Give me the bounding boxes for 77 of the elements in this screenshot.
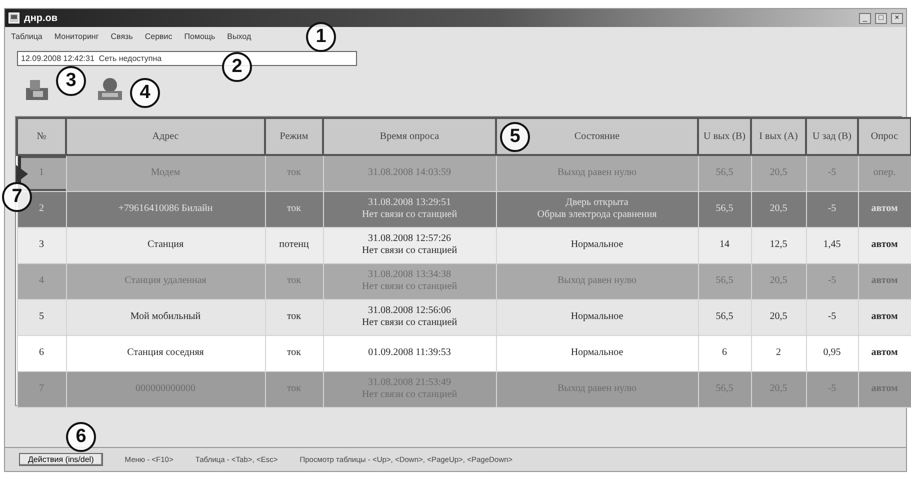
table-cell: ток [265,191,323,227]
table-cell: 20,5 [751,299,806,335]
table-cell: -5 [806,155,858,191]
table-cell: 20,5 [751,263,806,299]
table-cell: Станция соседняя [66,335,265,371]
table-cell: 2 [751,335,806,371]
table-row[interactable]: 6 Станция соседняя ток 01.09.2008 11:39:53 Нормальное 6 2 0,95 автом [17,335,911,371]
row-pointer-icon [16,165,28,183]
table-cell: Мой мобильный [66,299,265,335]
table-cell: Выход равен нулю [496,155,698,191]
menu-item[interactable]: Таблица [11,32,42,40]
actions-button[interactable]: Действия (ins/del) [19,453,103,466]
window-title: днр.ов [24,12,59,24]
column-header[interactable]: Адрес [66,118,265,155]
table-cell: автом [858,299,911,335]
table-cell: автом [858,335,911,371]
table-cell: 31.08.2008 13:29:51 Нет связи со станцией [323,191,496,227]
table-cell: автом [858,263,911,299]
table-cell: -5 [806,299,858,335]
table-cell: Модем [66,155,265,191]
table-cell: 56,5 [698,155,751,191]
table-cell: 56,5 [698,263,751,299]
table-row[interactable]: 5 Мой мобильный ток 31.08.2008 12:56:06 Нет связи со станцией Нормальное 56,5 20,5 -5 автом [17,299,911,335]
column-header[interactable]: I вых (А) [751,118,806,155]
table-cell: 56,5 [698,299,751,335]
table-cell: Выход равен нулю [496,263,698,299]
column-header[interactable]: Режим [265,118,323,155]
table-cell: 14 [698,227,751,263]
table-cell: Дверь открыта Обрыв электрода сравнения [496,191,698,227]
table-cell: 5 [17,299,66,335]
table-cell: ток [265,155,323,191]
column-header[interactable]: № [17,118,66,155]
window-control-button[interactable]: × [891,12,903,24]
menu-item[interactable]: Сервис [144,32,172,40]
menu-item[interactable]: Помощь [184,32,216,40]
table-cell: 6 [17,335,66,371]
app-icon [8,12,20,24]
table-cell: 12,5 [751,227,806,263]
column-header[interactable]: U зад (В) [806,118,858,155]
table-cell: ток [265,263,323,299]
table-cell: ток [265,335,323,371]
table-row[interactable]: 3 Станция потенц 31.08.2008 12:57:26 Нет связи со станцией Нормальное 14 12,5 1,45 автом [17,227,911,263]
table-cell: 20,5 [751,191,806,227]
table-cell: 01.09.2008 11:39:53 [323,335,496,371]
table-cell: 0,95 [806,335,858,371]
table-cell: 1,45 [806,227,858,263]
network-tool-button[interactable] [95,76,125,102]
menu-item[interactable]: Выход [227,32,252,40]
column-header[interactable]: U вых (В) [698,118,751,155]
table-cell: -5 [806,191,858,227]
window-control-button[interactable]: □ [875,12,887,24]
table-cell: 6 [698,335,751,371]
table-cell: 31.08.2008 14:03:59 [323,155,496,191]
table-cell: 3 [17,227,66,263]
table-cell: автом [858,191,911,227]
table-cell: 31.08.2008 12:56:06 Нет связи со станцией [323,299,496,335]
table-cell: Нормальное [496,335,698,371]
table-cell: 4 [17,263,66,299]
table-cell: -5 [806,263,858,299]
window-control-button[interactable]: _ [859,12,871,24]
menu-item[interactable]: Связь [110,32,133,40]
table-cell: Нормальное [496,227,698,263]
table-cell: Станция [66,227,265,263]
table-cell: потенц [265,227,323,263]
table-cell: 31.08.2008 12:57:26 Нет связи со станцией [323,227,496,263]
menu-item[interactable]: Мониторинг [54,32,99,40]
table-cell: ток [265,299,323,335]
table-cell: 31.08.2008 13:34:38 Нет связи со станцией [323,263,496,299]
table-cell: Нормальное [496,299,698,335]
table-cell: 56,5 [698,191,751,227]
table-cell: Станция удаленная [66,263,265,299]
column-header[interactable]: Опрос [858,118,911,155]
table-cell: автом [858,227,911,263]
table-cell: +79616410086 Билайн [66,191,265,227]
column-header[interactable]: Время опроса [323,118,496,155]
table-cell: опер. [858,155,911,191]
table-cell: 20,5 [751,155,806,191]
